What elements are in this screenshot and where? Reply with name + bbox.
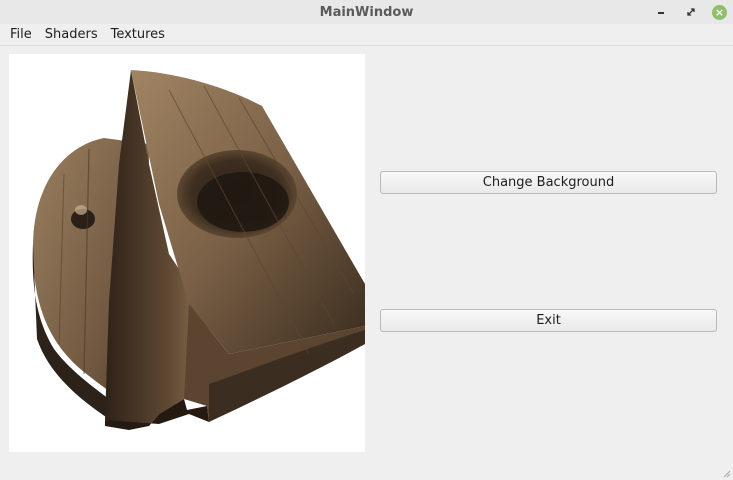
- change-background-button[interactable]: Change Background: [380, 171, 717, 194]
- restore-icon[interactable]: [682, 3, 700, 21]
- gl-viewport[interactable]: [9, 54, 365, 452]
- close-icon[interactable]: ×: [712, 4, 727, 20]
- rendered-3d-model: [32, 70, 365, 430]
- menu-shaders[interactable]: Shaders: [39, 27, 105, 42]
- minimize-icon[interactable]: [652, 3, 670, 21]
- window-title: MainWindow: [319, 4, 414, 20]
- menu-file[interactable]: File: [0, 27, 39, 42]
- menu-bar: File Shaders Textures: [0, 24, 733, 46]
- title-bar: MainWindow ×: [0, 0, 733, 24]
- resize-grip-icon[interactable]: [721, 468, 731, 478]
- window-controls: ×: [652, 3, 727, 21]
- exit-label: Exit: [536, 313, 561, 328]
- exit-button[interactable]: Exit: [380, 309, 717, 332]
- change-background-label: Change Background: [482, 175, 615, 190]
- menu-textures[interactable]: Textures: [105, 27, 172, 42]
